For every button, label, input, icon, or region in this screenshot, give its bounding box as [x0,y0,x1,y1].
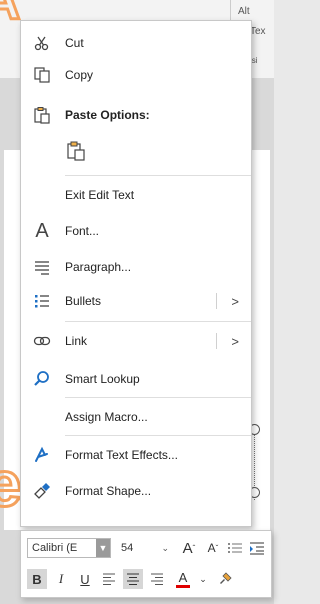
menu-item-bullets[interactable]: Bullets > [21,285,251,317]
numbering-icon [228,543,242,553]
ribbon-text-label: Tex [250,26,266,37]
font-color-swatch [176,584,190,588]
shrink-font-button[interactable]: Aˇ [203,538,223,558]
font-color-button[interactable]: A [173,569,193,589]
font-color-icon: A [178,569,188,585]
slide-text-letter-top: A [0,0,22,29]
submenu-divider [216,333,217,349]
menu-item-label: Bullets [65,294,102,308]
align-right-icon [151,573,163,585]
paste-keep-text-icon [65,140,87,162]
menu-item-paragraph[interactable]: Paragraph... [21,251,251,283]
font-name-combobox[interactable]: Calibri (E ▼ [27,538,111,558]
menu-separator [65,435,251,436]
menu-item-font[interactable]: A Font... [21,215,251,247]
underline-icon: U [80,571,90,587]
context-menu: Cut Copy Paste Options: Exit Edit Text A… [20,20,252,527]
font-name-value: Calibri (E [32,542,78,554]
mini-toolbar: Calibri (E ▼ 54 ⌄ Aˆ Aˇ B I U A ⌄ [20,530,272,598]
menu-item-label: Exit Edit Text [65,188,135,202]
font-color-dropdown[interactable]: ⌄ [193,569,213,589]
align-left-button[interactable] [99,569,119,589]
menu-item-label: Cut [65,36,84,50]
bold-button[interactable]: B [27,569,47,589]
increase-indent-icon [250,542,264,555]
grow-font-icon: A [182,539,193,557]
font-size-combobox[interactable]: 54 ⌄ [117,538,173,558]
submenu-divider [216,293,217,309]
align-right-button[interactable] [147,569,167,589]
menu-item-format-shape[interactable]: Format Shape... [21,475,251,507]
scissors-icon [31,32,53,54]
menu-item-format-text-effects[interactable]: Format Text Effects... [21,439,251,471]
menu-item-label: Format Shape... [65,484,152,498]
menu-item-paste-options: Paste Options: [21,99,251,131]
menu-item-label: Smart Lookup [65,372,140,386]
copy-icon [31,64,53,86]
menu-item-exit-edit-text[interactable]: Exit Edit Text [21,179,251,211]
menu-item-label: Link [65,334,88,348]
menu-separator [65,397,251,398]
menu-item-label: Format Text Effects... [65,448,178,462]
menu-separator [65,321,251,322]
menu-separator [65,175,251,176]
format-painter-button[interactable] [215,569,235,589]
numbering-button[interactable] [225,538,245,558]
menu-item-label: Copy [65,68,94,82]
chevron-right-icon: > [231,293,239,309]
bullets-icon [31,290,53,312]
paste-icon [31,104,53,126]
align-left-icon [103,573,115,585]
chevron-right-icon: > [231,333,239,349]
smart-lookup-icon [31,368,53,390]
menu-item-cut[interactable]: Cut [21,27,251,59]
link-icon [31,330,53,352]
paste-option-keep-text[interactable] [21,135,251,167]
ribbon-alt-text-label: Alt [238,6,250,17]
align-center-button[interactable] [123,569,143,589]
menu-item-smart-lookup[interactable]: Smart Lookup [21,363,251,395]
grow-font-button[interactable]: Aˆ [179,538,199,558]
menu-item-label: Paragraph... [65,260,132,274]
chevron-down-icon[interactable]: ⌄ [161,543,169,554]
menu-item-copy[interactable]: Copy [21,59,251,91]
menu-item-label: Paste Options: [65,108,150,122]
chevron-down-icon: ⌄ [199,573,207,584]
bold-icon: B [32,571,42,587]
menu-item-assign-macro[interactable]: Assign Macro... [21,401,251,433]
format-shape-icon [31,480,53,502]
shrink-font-icon: A [207,541,216,555]
paintbrush-icon [220,572,232,584]
font-icon: A [35,219,49,242]
paragraph-icon [31,256,53,278]
align-center-icon [127,573,139,585]
menu-item-label: Assign Macro... [65,410,148,424]
chevron-down-icon[interactable]: ▼ [96,539,110,557]
italic-icon: I [58,571,64,586]
italic-button[interactable]: I [51,569,71,589]
increase-indent-button[interactable] [247,538,267,558]
menu-item-link[interactable]: Link > [21,325,251,357]
text-effects-icon [31,444,53,466]
menu-item-label: Font... [65,224,100,238]
font-size-value: 54 [121,542,134,554]
underline-button[interactable]: U [75,569,95,589]
